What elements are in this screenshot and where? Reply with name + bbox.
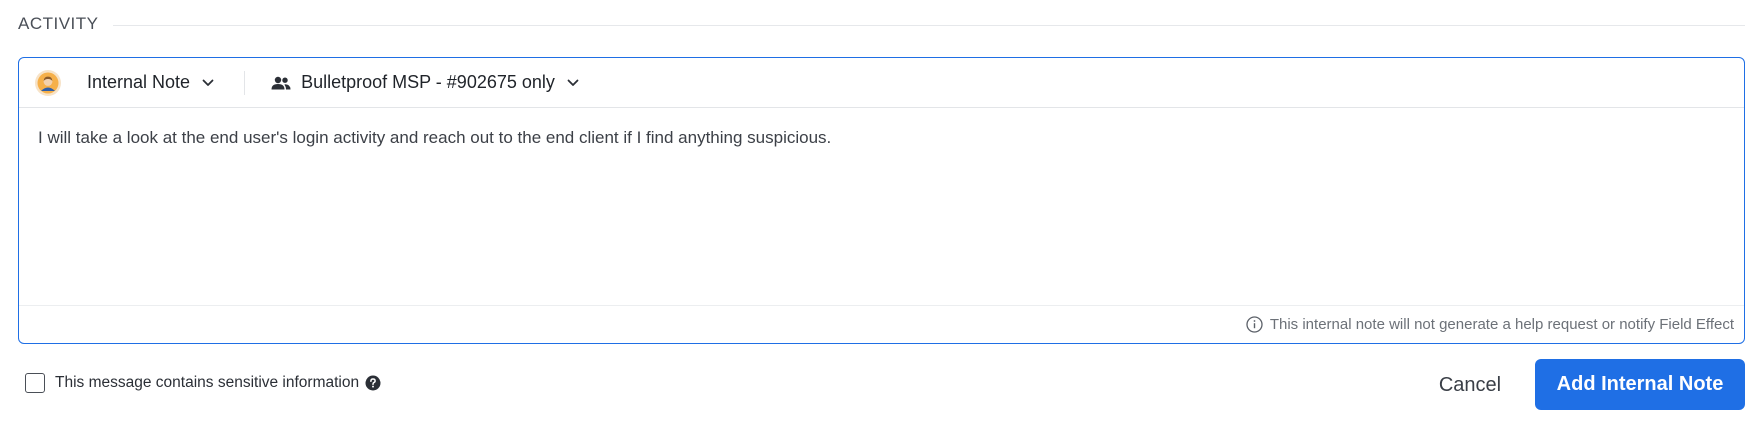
section-title: ACTIVITY — [18, 14, 99, 33]
cancel-button[interactable]: Cancel — [1420, 367, 1520, 403]
add-internal-note-button[interactable]: Add Internal Note — [1535, 359, 1745, 410]
audience-dropdown[interactable]: Bulletproof MSP - #902675 only — [271, 66, 579, 100]
sensitive-info-checkbox[interactable] — [25, 373, 45, 393]
user-avatar-icon — [35, 69, 61, 96]
section-divider — [112, 24, 1745, 26]
note-composer: Internal Note Bulletproof MSP - #902675 … — [18, 57, 1745, 344]
action-row: This message contains sensitive informat… — [0, 358, 1761, 410]
note-type-dropdown[interactable]: Internal Note — [87, 66, 214, 100]
note-type-label: Internal Note — [87, 72, 191, 92]
footer-note: This internal note will not generate a h… — [1269, 316, 1734, 333]
help-circle-icon[interactable] — [365, 375, 381, 391]
people-icon — [271, 76, 291, 90]
composer-footer: This internal note will not generate a h… — [19, 305, 1744, 343]
note-textarea[interactable]: I will take a look at the end user's log… — [19, 108, 1744, 304]
chevron-down-icon — [567, 79, 579, 87]
sensitive-info-label: This message contains sensitive informat… — [55, 374, 360, 391]
composer-toolbar: Internal Note Bulletproof MSP - #902675 … — [19, 58, 1744, 108]
chevron-down-icon — [202, 79, 214, 87]
sensitive-info-option[interactable]: This message contains sensitive informat… — [25, 373, 381, 393]
toolbar-divider — [244, 70, 246, 95]
info-icon — [1246, 316, 1263, 333]
activity-section-header: ACTIVITY — [18, 12, 1745, 36]
audience-label: Bulletproof MSP - #902675 only — [301, 72, 555, 92]
